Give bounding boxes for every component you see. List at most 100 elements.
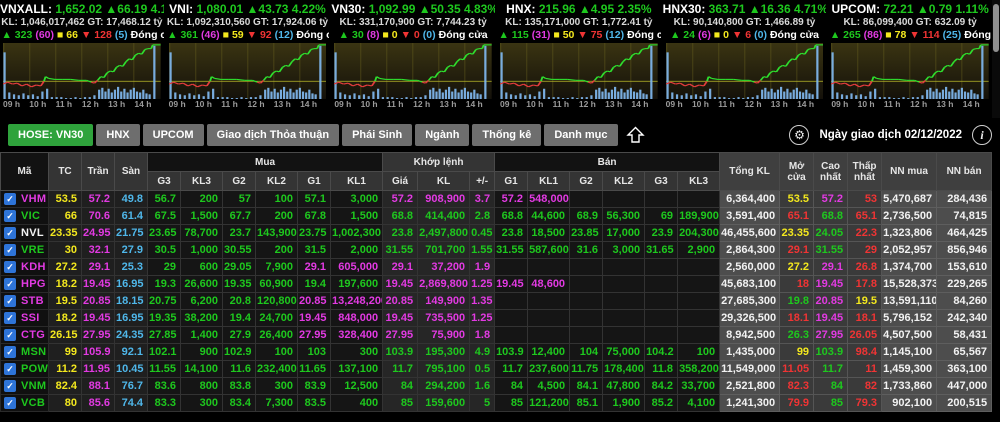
ticker-symbol[interactable]: NVL xyxy=(21,227,44,239)
cell-buy-g1[interactable]: 23.75 xyxy=(297,224,331,242)
cell-buy-g1[interactable]: 19.45 xyxy=(297,309,331,327)
cell-buy-kl3[interactable]: 26,600 xyxy=(180,275,223,293)
cell-sell-g1[interactable] xyxy=(494,326,529,344)
cell-buy-g3[interactable]: 29 xyxy=(147,258,181,276)
cell-match-change[interactable]: 0.45 xyxy=(469,224,496,242)
tab-th-ng-k-[interactable]: Thống kê xyxy=(472,124,542,146)
row-checkbox[interactable]: ✓ xyxy=(4,244,16,257)
cell-buy-g1[interactable]: 19.4 xyxy=(297,275,331,293)
cell-sell-g2[interactable] xyxy=(569,326,604,344)
cell-buy-g1[interactable]: 27.95 xyxy=(297,326,331,344)
cell-sell-kl2[interactable]: 75,000 xyxy=(602,343,646,361)
cell-match-change[interactable]: 1.8 xyxy=(469,326,496,344)
cell-buy-kl3[interactable]: 38,200 xyxy=(180,309,223,327)
cell-buy-kl1[interactable]: 848,000 xyxy=(329,309,384,327)
cell-sell-kl3[interactable]: 204,300 xyxy=(677,224,721,242)
cell-buy-g2[interactable]: 11.6 xyxy=(222,360,256,378)
cell-buy-g1[interactable]: 57.1 xyxy=(297,190,331,208)
cell-match-price[interactable]: 19.45 xyxy=(382,309,419,327)
cell-sell-g3[interactable]: 69 xyxy=(644,207,679,225)
cell-buy-g3[interactable]: 56.7 xyxy=(147,190,181,208)
info-icon[interactable]: i xyxy=(972,125,992,145)
row-vre[interactable]: ✓ VRE 30 32.1 27.9 30.5 1,000 30.55 200 31.5 2,000… xyxy=(0,241,993,259)
cell-match-volume[interactable]: 414,400 xyxy=(417,207,471,225)
cell-buy-kl2[interactable]: 120,800 xyxy=(255,292,298,310)
cell-sell-kl2[interactable] xyxy=(602,190,646,208)
cell-match-price[interactable]: 29.1 xyxy=(382,258,419,276)
cell-sell-g3[interactable]: 31.65 xyxy=(644,241,679,259)
cell-buy-kl3[interactable]: 900 xyxy=(180,343,223,361)
ticker-cell[interactable]: ✓ VCB xyxy=(0,394,49,412)
cell-match-change[interactable]: 1.25 xyxy=(469,275,496,293)
cell-sell-kl1[interactable] xyxy=(527,292,571,310)
cell-match-volume[interactable]: 195,300 xyxy=(417,343,471,361)
cell-buy-kl2[interactable]: 200 xyxy=(255,241,298,259)
cell-sell-g2[interactable] xyxy=(569,275,604,293)
cell-sell-g3[interactable]: 84.2 xyxy=(644,377,679,395)
tab-ng-nh[interactable]: Ngành xyxy=(415,124,470,146)
cell-buy-kl2[interactable]: 200 xyxy=(255,207,298,225)
row-checkbox[interactable]: ✓ xyxy=(4,380,16,393)
cell-sell-kl1[interactable]: 18,500 xyxy=(527,224,571,242)
cell-buy-g3[interactable]: 83.3 xyxy=(147,394,181,412)
cell-sell-g1[interactable]: 84 xyxy=(494,377,529,395)
cell-buy-g2[interactable]: 83.8 xyxy=(222,377,256,395)
ticker-cell[interactable]: ✓ KDH xyxy=(0,258,49,276)
ticker-cell[interactable]: ✓ STB xyxy=(0,292,49,310)
cell-match-change[interactable]: 1.25 xyxy=(469,309,496,327)
cell-buy-g2[interactable]: 20.8 xyxy=(222,292,256,310)
cell-sell-kl3[interactable] xyxy=(677,309,721,327)
cell-buy-kl3[interactable]: 300 xyxy=(180,394,223,412)
row-checkbox[interactable]: ✓ xyxy=(4,363,16,376)
ticker-symbol[interactable]: KDH xyxy=(21,261,46,273)
cell-sell-kl2[interactable] xyxy=(602,258,646,276)
cell-buy-kl1[interactable]: 605,000 xyxy=(329,258,384,276)
index-panel-vnxall[interactable]: VNXALL: 1,652.02 ▲66.19 4.17%KL: 1,046,0… xyxy=(0,0,164,118)
index-panel-hnx[interactable]: HNX: 215.96 ▲4.95 2.35% KL: 135,171,000 G… xyxy=(497,0,661,118)
cell-match-volume[interactable]: 701,700 xyxy=(417,241,471,259)
cell-sell-kl2[interactable] xyxy=(602,275,646,293)
cell-buy-g2[interactable]: 57 xyxy=(222,190,256,208)
cell-sell-kl3[interactable]: 358,200 xyxy=(677,360,721,378)
cell-sell-kl1[interactable]: 4,500 xyxy=(527,377,571,395)
cell-sell-kl2[interactable]: 17,000 xyxy=(602,224,646,242)
tab-danh-m-c[interactable]: Danh mục xyxy=(544,124,618,146)
ticker-symbol[interactable]: CTG xyxy=(21,329,45,341)
cell-sell-kl2[interactable]: 56,300 xyxy=(602,207,646,225)
cell-buy-g3[interactable]: 27.85 xyxy=(147,326,181,344)
cell-sell-g1[interactable]: 23.8 xyxy=(494,224,529,242)
cell-buy-kl3[interactable]: 1,000 xyxy=(180,241,223,259)
cell-match-change[interactable]: 1.6 xyxy=(469,377,496,395)
cell-sell-kl3[interactable] xyxy=(677,190,721,208)
cell-match-change[interactable]: 1.55 xyxy=(469,241,496,259)
ticker-symbol[interactable]: SSI xyxy=(21,312,40,324)
cell-buy-g1[interactable]: 103 xyxy=(297,343,331,361)
cell-sell-g3[interactable]: 23.9 xyxy=(644,224,679,242)
cell-sell-kl3[interactable]: 2,900 xyxy=(677,241,721,259)
row-checkbox[interactable]: ✓ xyxy=(4,210,16,223)
cell-sell-g3[interactable] xyxy=(644,309,679,327)
cell-buy-g1[interactable]: 20.85 xyxy=(297,292,331,310)
cell-buy-kl2[interactable]: 26,400 xyxy=(255,326,298,344)
cell-sell-kl2[interactable] xyxy=(602,326,646,344)
cell-sell-kl3[interactable] xyxy=(677,292,721,310)
cell-sell-kl1[interactable]: 237,600 xyxy=(527,360,571,378)
index-panel-vni[interactable]: VNI: 1,080.01 ▲43.73 4.22% KL: 1,092,310,… xyxy=(165,0,330,118)
cell-sell-kl2[interactable]: 1,900 xyxy=(602,394,646,412)
row-nvl[interactable]: ✓ NVL 23.35 24.95 21.75 23.65 78,700 23.7 143,90… xyxy=(0,224,993,242)
ticker-symbol[interactable]: MSN xyxy=(21,346,46,358)
cell-sell-g1[interactable]: 103.9 xyxy=(494,343,529,361)
row-vhm[interactable]: ✓ VHM 53.5 57.2 49.8 56.7 200 57 100 57.1 3,000 57.… xyxy=(0,190,993,208)
cell-buy-g1[interactable]: 11.65 xyxy=(297,360,331,378)
cell-buy-g1[interactable]: 83.5 xyxy=(297,394,331,412)
cell-match-volume[interactable]: 2,497,800 xyxy=(417,224,471,242)
cell-match-price[interactable]: 85 xyxy=(382,394,419,412)
cell-buy-kl3[interactable]: 800 xyxy=(180,377,223,395)
cell-buy-kl3[interactable]: 14,100 xyxy=(180,360,223,378)
row-msn[interactable]: ✓ MSN 99 105.9 92.1 102.1 900 102.9 100 103 300 103… xyxy=(0,343,993,361)
cell-match-volume[interactable]: 2,869,800 xyxy=(417,275,471,293)
cell-sell-kl1[interactable]: 121,200 xyxy=(527,394,571,412)
cell-sell-kl2[interactable] xyxy=(602,292,646,310)
cell-buy-g2[interactable]: 67.7 xyxy=(222,207,256,225)
cell-buy-g3[interactable]: 11.55 xyxy=(147,360,181,378)
